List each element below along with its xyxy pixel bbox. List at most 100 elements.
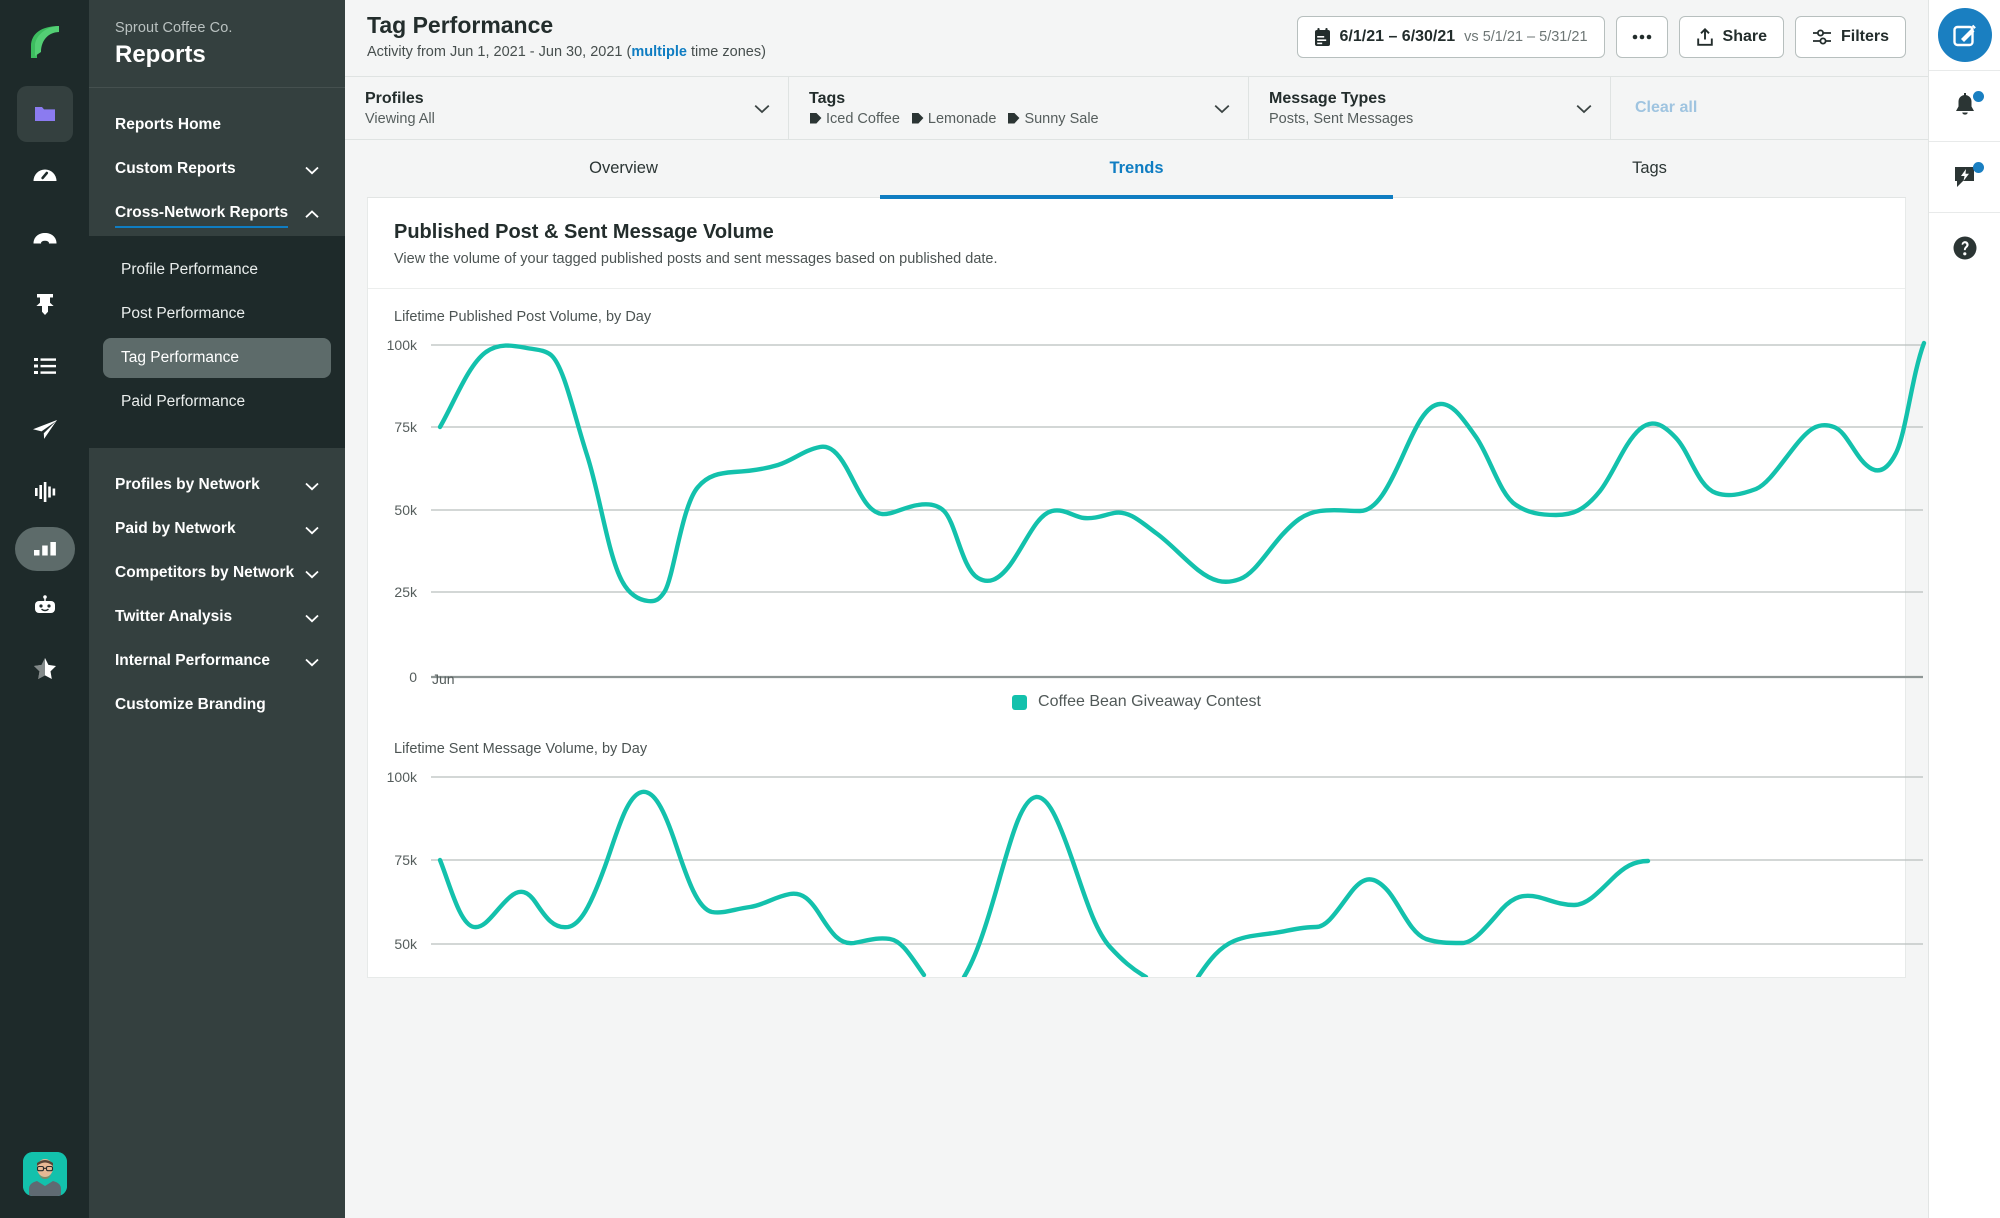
profiles-filter-text: Profiles Viewing All	[365, 88, 435, 129]
sidebar-item-paid-by-network[interactable]: Paid by Network	[89, 508, 345, 552]
chevron-down-icon	[1214, 104, 1230, 113]
profiles-filter-title: Profiles	[365, 89, 424, 107]
page-title: Tag Performance	[367, 12, 554, 38]
sidebar-item-label: Paid by Network	[115, 520, 236, 537]
rail-item-folder[interactable]	[16, 86, 73, 142]
svg-text:100k: 100k	[387, 769, 418, 785]
sidebar-item-tag-performance[interactable]: Tag Performance	[103, 338, 331, 378]
rail-item-listening[interactable]	[17, 464, 73, 520]
profiles-filter[interactable]: Profiles Viewing All	[345, 77, 789, 139]
tab-overview[interactable]: Overview	[367, 140, 880, 197]
clear-all-button[interactable]: Clear all	[1611, 77, 1721, 139]
sidebar-item-customize-branding[interactable]: Customize Branding	[89, 684, 345, 728]
message-types-filter[interactable]: Message Types Posts, Sent Messages	[1249, 77, 1611, 139]
rail-item-list[interactable]	[17, 338, 73, 394]
chart-1-svg: 100k 75k 50k 25k 0 123 456 789 101112 13…	[387, 337, 1927, 685]
pin-icon	[32, 290, 58, 316]
legend-label: Coffee Bean Giveaway Contest	[1038, 693, 1261, 710]
audio-waveform-icon	[32, 479, 58, 505]
tag-icon	[1007, 112, 1020, 125]
chart-1-series-line	[437, 340, 1927, 604]
avatar[interactable]	[22, 1152, 67, 1196]
svg-text:25k: 25k	[394, 584, 418, 600]
feedback-button[interactable]	[1929, 142, 2000, 212]
sidebar-item-cross-network-reports[interactable]: Cross-Network Reports	[89, 192, 345, 236]
sidebar-item-reports-home[interactable]: Reports Home	[89, 104, 345, 148]
sidebar-subitem-label: Post Performance	[121, 305, 246, 322]
feedback-badge	[1973, 162, 1984, 173]
message-types-filter-title: Message Types	[1269, 89, 1387, 107]
sidebar-item-label: Cross-Network Reports	[115, 204, 289, 228]
chart-2-gridlines	[431, 776, 1923, 945]
chart-2-svg: 100k 75k 50k	[387, 769, 1923, 977]
sidebar-subitem-label: Profile Performance	[121, 261, 258, 278]
chevron-down-icon	[305, 614, 319, 623]
rail-item-inbox[interactable]	[17, 212, 73, 268]
sidebar-item-paid-performance[interactable]: Paid Performance	[103, 382, 331, 422]
tab-trends[interactable]: Trends	[880, 140, 1393, 199]
more-options-button[interactable]	[1615, 16, 1668, 58]
svg-text:0: 0	[409, 669, 417, 685]
legend-swatch	[1012, 694, 1028, 710]
tag-label: Lemonade	[927, 110, 997, 127]
filters-button[interactable]: Filters	[1794, 16, 1906, 58]
chart-1-gridlines	[431, 344, 1923, 593]
svg-text:100k: 100k	[387, 337, 418, 353]
tab-label: Overview	[589, 159, 658, 177]
sidebar-item-twitter-analysis[interactable]: Twitter Analysis	[89, 596, 345, 640]
volume-card: Published Post & Sent Message Volume Vie…	[367, 198, 1927, 978]
timezone-link[interactable]: multiple	[631, 44, 687, 60]
chevron-down-icon	[754, 104, 770, 113]
sent-message-volume-chart[interactable]: 100k 75k 50k	[368, 757, 1923, 977]
help-button[interactable]	[1929, 213, 2000, 283]
sidebar-item-internal-performance[interactable]: Internal Performance	[89, 640, 345, 684]
chart-2-title: Lifetime Sent Message Volume, by Day	[394, 741, 648, 757]
clear-all-label: Clear all	[1635, 99, 1698, 116]
svg-text:50k: 50k	[394, 502, 418, 518]
compose-button[interactable]	[1929, 0, 2000, 70]
chevron-down-icon	[305, 526, 319, 535]
sidebar-item-profiles-by-network[interactable]: Profiles by Network	[89, 464, 345, 508]
share-label: Share	[1722, 28, 1767, 45]
tags-filter-text: Tags Iced Coffee Lemonade Sunny Sale	[809, 88, 1106, 129]
sidebar-top-list: Reports Home Custom Reports Cross-Networ…	[89, 88, 345, 236]
share-button[interactable]: Share	[1678, 16, 1784, 58]
svg-text:75k: 75k	[394, 419, 418, 435]
tag-chip: Iced Coffee	[809, 109, 900, 129]
chevron-down-icon	[305, 570, 319, 579]
sidebar-subnav: Profile Performance Post Performance Tag…	[89, 236, 345, 448]
rail-item-publishing[interactable]	[17, 401, 73, 457]
filter-bar: Profiles Viewing All Tags Iced Coffee Le…	[345, 76, 1928, 140]
sidebar-item-post-performance[interactable]: Post Performance	[103, 294, 331, 334]
page-subtitle: Activity from Jun 1, 2021 - Jun 30, 2021…	[367, 41, 766, 63]
published-post-volume-chart[interactable]: 100k 75k 50k 25k 0 123 456 789 101112 13…	[368, 325, 1927, 687]
sprout-leaf-logo[interactable]	[23, 20, 67, 64]
notifications-button[interactable]	[1929, 71, 2000, 141]
sidebar-item-label: Profiles by Network	[115, 476, 260, 493]
rail-item-reports[interactable]	[14, 527, 75, 571]
page-header: Tag Performance Activity from Jun 1, 202…	[345, 0, 1928, 76]
sidebar-item-custom-reports[interactable]: Custom Reports	[89, 148, 345, 192]
chevron-down-icon	[305, 482, 319, 491]
ellipsis-icon	[1632, 34, 1652, 40]
subtitle-suffix: time zones)	[686, 44, 766, 60]
calendar-icon	[1314, 27, 1331, 47]
sidebar-item-label: Competitors by Network	[115, 564, 295, 581]
rail-item-reviews[interactable]	[17, 641, 73, 697]
message-types-filter-value: Posts, Sent Messages	[1269, 110, 1414, 127]
profiles-filter-value: Viewing All	[365, 110, 435, 127]
chart-2-series-line	[437, 789, 1651, 977]
subtitle-prefix: Activity from Jun 1, 2021 - Jun 30, 2021…	[367, 44, 632, 60]
tag-chip: Sunny Sale	[1007, 109, 1099, 129]
rail-item-dashboard[interactable]	[17, 149, 73, 205]
sidebar-item-profile-performance[interactable]: Profile Performance	[103, 250, 331, 290]
star-badge-icon	[32, 656, 58, 682]
card-description: View the volume of your tagged published…	[394, 251, 998, 267]
date-range-button[interactable]: 6/1/21 – 6/30/21 vs 5/1/21 – 5/31/21	[1296, 16, 1605, 58]
rail-item-bot[interactable]	[17, 578, 73, 634]
date-range-value: 6/1/21 – 6/30/21	[1339, 28, 1456, 45]
sidebar-item-competitors-by-network[interactable]: Competitors by Network	[89, 552, 345, 596]
tab-tags[interactable]: Tags	[1393, 140, 1906, 197]
rail-item-pin[interactable]	[17, 275, 73, 331]
tags-filter[interactable]: Tags Iced Coffee Lemonade Sunny Sale	[789, 77, 1249, 139]
